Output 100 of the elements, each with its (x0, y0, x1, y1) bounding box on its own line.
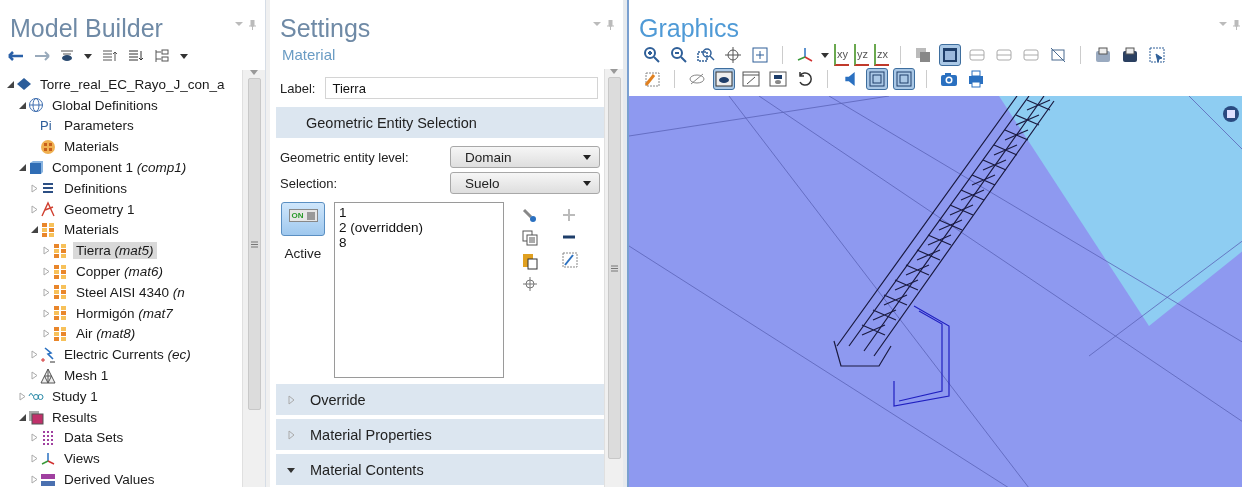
collapse-arrow-icon[interactable] (29, 225, 39, 235)
panel-title: Model Builder (10, 14, 163, 42)
cube-icon (28, 159, 44, 176)
tree-item[interactable]: Materials (61, 138, 122, 156)
expand-arrow-icon[interactable] (41, 329, 51, 339)
reset-icon (796, 70, 814, 88)
toggle-label: Active (284, 246, 322, 261)
label-field[interactable]: Tierra (325, 77, 598, 99)
collapse-arrow-icon[interactable] (17, 412, 27, 422)
results-icon (28, 409, 44, 426)
parameters-icon: Pi (40, 118, 56, 134)
tree-item[interactable]: Materials (61, 221, 122, 239)
paste-icon[interactable] (522, 252, 538, 270)
tree-item[interactable]: Definitions (61, 179, 131, 197)
scrollbar-thumb[interactable] (247, 78, 261, 410)
expand-arrow-icon[interactable] (29, 454, 39, 464)
field-label: Geometric entity level: (280, 149, 409, 165)
section-header[interactable]: Override (276, 384, 604, 415)
sort-down-icon[interactable] (128, 50, 144, 62)
forward-arrow-icon[interactable] (34, 51, 50, 61)
clear-selection-icon[interactable] (562, 252, 578, 268)
view-plane-button[interactable]: xy (834, 44, 849, 66)
expand-arrow-icon[interactable] (41, 246, 51, 256)
tree-item[interactable]: Study 1 (49, 387, 101, 405)
select-box-button[interactable] (1146, 44, 1168, 66)
scene-icon (1121, 46, 1139, 64)
eye-button[interactable] (713, 68, 735, 90)
tree-item[interactable]: Results (49, 408, 100, 426)
derived-values-icon (40, 471, 56, 487)
selection-list[interactable]: 1 2 (overridden) 8 (334, 202, 504, 378)
collapse-arrow-icon[interactable] (5, 79, 15, 89)
panel-subtitle: Material (281, 45, 337, 65)
tree-item[interactable]: Steel AISI 4340 (n (73, 283, 188, 301)
hide-box-button[interactable] (740, 68, 762, 90)
tree-item[interactable]: Tierra (mat5) (73, 242, 157, 260)
select-box-icon (1148, 46, 1166, 64)
tree-item[interactable]: Parameters (61, 117, 137, 135)
tree-item[interactable]: Component 1 (comp1) (49, 159, 190, 177)
expand-arrow-icon[interactable] (29, 204, 39, 214)
crosshair-icon (724, 46, 742, 64)
section-header[interactable]: Geometric Entity Selection (276, 107, 604, 138)
expand-arrow-icon[interactable] (17, 391, 27, 401)
section-header[interactable]: Material Properties (276, 419, 604, 450)
wireframe-button[interactable] (939, 44, 961, 66)
tree-item[interactable]: Air (mat8) (73, 325, 139, 343)
section-header[interactable]: Material Contents (276, 454, 604, 485)
field-label: Label: (280, 80, 316, 96)
tree-item[interactable]: Geometry 1 (61, 200, 138, 218)
sort-up-icon[interactable] (102, 50, 118, 62)
copy-icon[interactable] (522, 230, 538, 246)
back-arrow-icon[interactable] (8, 51, 24, 61)
view-plane-button[interactable]: yz (854, 44, 869, 66)
view-filter-icon[interactable] (60, 50, 74, 62)
tree-item[interactable]: Data Sets (61, 429, 127, 447)
mesh-icon (40, 367, 56, 384)
collapse-arrow-icon[interactable] (17, 100, 27, 110)
expand-arrow-icon[interactable] (41, 287, 51, 297)
expand-arrow-icon[interactable] (29, 433, 39, 443)
transparency-icon (914, 46, 932, 64)
frame-button[interactable] (866, 68, 888, 90)
zoom-center-button[interactable] (722, 44, 744, 66)
clear-selection-icon (643, 70, 661, 88)
tree-item[interactable]: Views (61, 450, 103, 468)
zoom-in-icon (643, 46, 661, 64)
caret-icon (821, 52, 829, 58)
dropdown[interactable]: Domain (450, 146, 600, 168)
caret-icon (84, 53, 92, 59)
tree-view-icon[interactable] (154, 49, 170, 63)
list-item[interactable]: 8 (339, 235, 499, 250)
dropdown[interactable]: Suelo (450, 172, 600, 194)
expand-arrow-icon[interactable] (29, 183, 39, 193)
frame-button[interactable] (893, 68, 915, 90)
material-icon (52, 263, 68, 280)
tree-item[interactable]: Copper (mat6) (73, 263, 167, 281)
list-item[interactable]: 2 (overridden) (339, 220, 499, 235)
speaker-icon (845, 72, 855, 86)
tree-item[interactable]: Mesh 1 (61, 367, 112, 385)
tree-item[interactable]: Torre_real_EC_Rayo_J_con_a (37, 75, 228, 93)
expand-arrow-icon[interactable] (29, 350, 39, 360)
collapse-arrow-icon[interactable] (17, 163, 27, 173)
view-plane-button[interactable]: zx (874, 44, 889, 66)
show-box-button[interactable] (767, 68, 789, 90)
frame-icon (868, 70, 886, 88)
render-icon (995, 46, 1013, 64)
expand-arrow-icon[interactable] (41, 308, 51, 318)
tree-item[interactable]: Hormigón (mat7 (73, 304, 176, 322)
scrollbar-thumb[interactable] (607, 77, 621, 459)
frame-icon (895, 70, 913, 88)
zoom-extents-icon (751, 46, 769, 64)
expand-arrow-icon[interactable] (29, 475, 39, 485)
expand-arrow-icon[interactable] (29, 371, 39, 381)
list-item[interactable]: 1 (339, 205, 499, 220)
tree-item[interactable]: Derived Values (61, 471, 158, 487)
tree-item[interactable]: Electric Currents (ec) (61, 346, 194, 364)
tree-item[interactable]: Global Definitions (49, 96, 161, 114)
zoom-to-selection-icon[interactable] (522, 276, 538, 292)
paint-icon[interactable] (522, 208, 538, 224)
panel-title: Settings (280, 14, 371, 42)
expand-arrow-icon[interactable] (41, 267, 51, 277)
caret-icon (583, 154, 591, 160)
